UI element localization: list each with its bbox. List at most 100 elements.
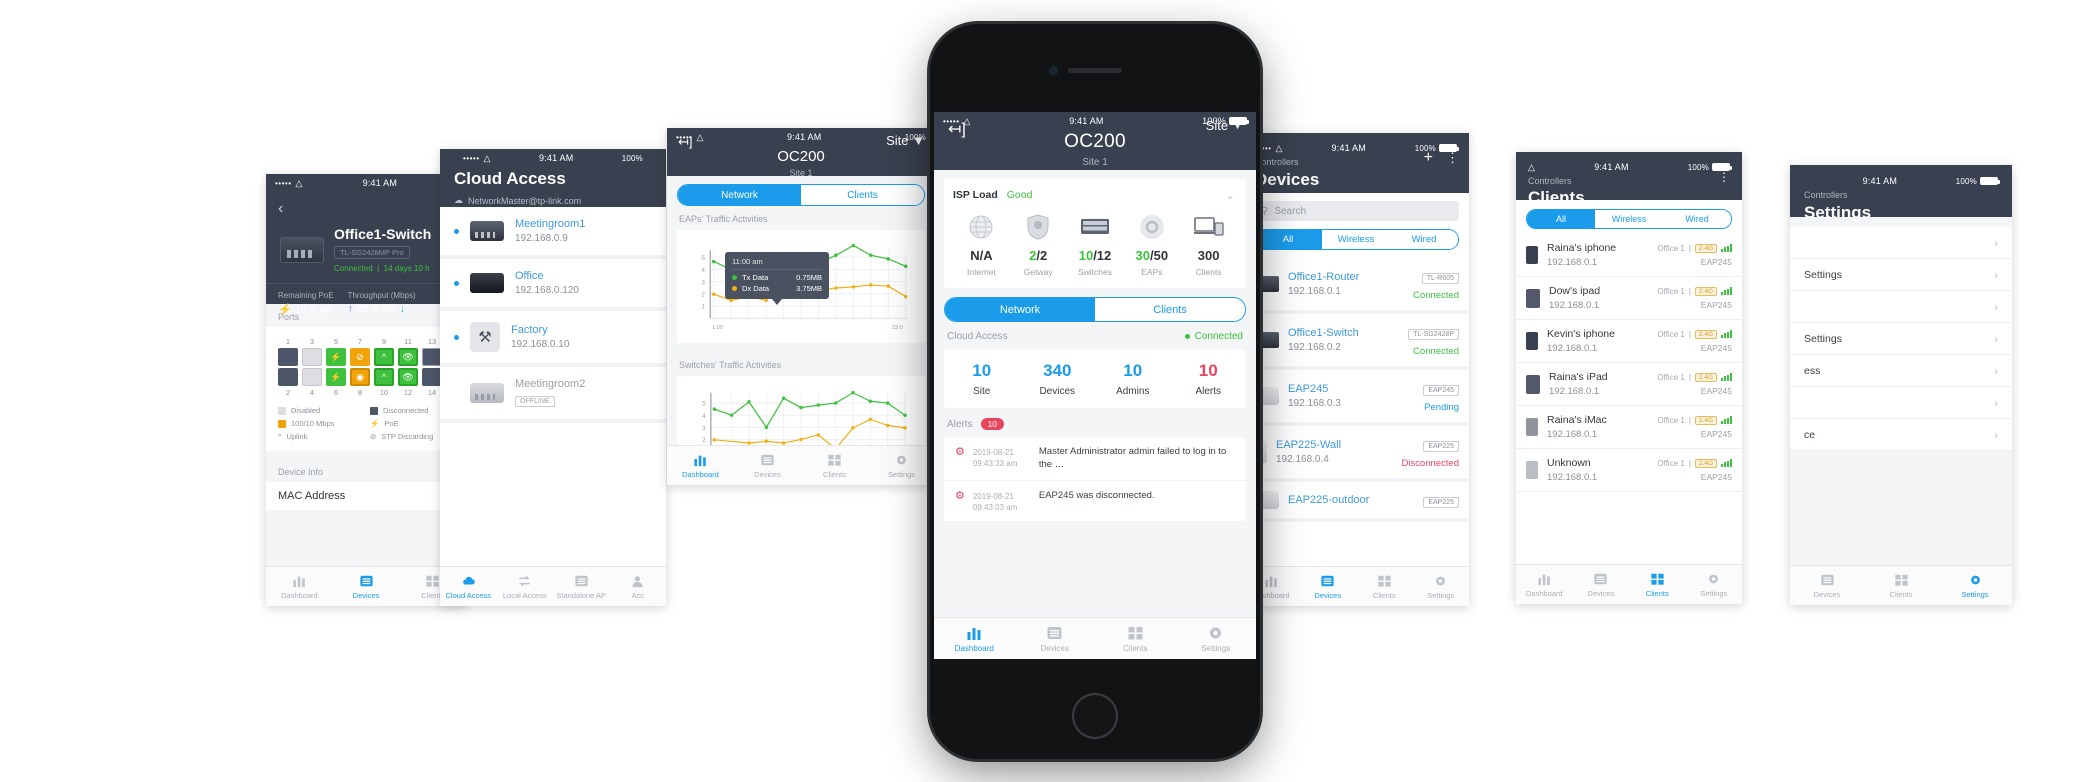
phone4-tabbar[interactable]: Dashboard Devices Clients Settings bbox=[1243, 566, 1469, 606]
phone5-tabbar[interactable]: Dashboard Devices Clients Settings bbox=[1516, 564, 1742, 604]
tab-settings[interactable]: Settings bbox=[1176, 625, 1257, 653]
list-item[interactable]: Meetingroom1 192.168.0.9 bbox=[440, 207, 666, 259]
tab-cloud-access[interactable]: Cloud Access bbox=[440, 574, 497, 600]
list-item[interactable]: ess › bbox=[1790, 355, 2012, 387]
table-row[interactable]: Office1-Router 192.168.0.1 TL-R605 Conne… bbox=[1243, 258, 1469, 314]
kebab-icon[interactable]: ⋮ bbox=[1446, 151, 1459, 164]
list-item[interactable]: ⚒ Factory 192.168.0.10 bbox=[440, 311, 666, 367]
phone2-tabbar[interactable]: Cloud Access Local Access Standalone AP … bbox=[440, 566, 666, 606]
stat-eaps[interactable]: 30/50 EAPs bbox=[1123, 212, 1180, 277]
port-1[interactable] bbox=[278, 348, 298, 366]
segment-network[interactable]: Network bbox=[678, 185, 801, 205]
tab-devices[interactable]: Devices bbox=[1790, 573, 1864, 599]
port-10[interactable]: ^ bbox=[374, 368, 394, 386]
port-2[interactable] bbox=[278, 368, 298, 386]
port-4[interactable] bbox=[302, 368, 322, 386]
table-row[interactable]: Unknown 192.168.0.1 Office 1 | 2.4G EAP24… bbox=[1516, 449, 1742, 492]
tab-clients[interactable]: Clients bbox=[1864, 573, 1938, 599]
table-row[interactable]: Raina's iphone 192.168.0.1 Office 1 | 2.4… bbox=[1516, 234, 1742, 277]
tab-account[interactable]: Acc bbox=[610, 574, 667, 600]
table-row[interactable]: EAP225-outdoor EAP225 bbox=[1243, 482, 1469, 522]
port-12[interactable]: 👁 bbox=[398, 368, 418, 386]
list-item[interactable]: ⚙ 2019-08-21 09:43:03 am EAP245 was disco… bbox=[944, 481, 1246, 523]
tab-devices[interactable]: Devices bbox=[1300, 574, 1357, 600]
table-row[interactable]: EAP225-Wall 192.168.0.4 EAP225 Disconnec… bbox=[1243, 426, 1469, 482]
list-item[interactable]: Settings › bbox=[1790, 323, 2012, 355]
table-row[interactable]: Dow's ipad 192.168.0.1 Office 1 | 2.4G EA… bbox=[1516, 277, 1742, 320]
hero-tabbar[interactable]: Dashboard Devices Clients Settings bbox=[934, 617, 1256, 659]
list-item[interactable]: › bbox=[1790, 291, 2012, 323]
home-button[interactable] bbox=[1072, 693, 1118, 739]
list-item[interactable]: Settings › bbox=[1790, 259, 2012, 291]
port-8[interactable]: ◉ bbox=[350, 368, 370, 386]
logout-icon[interactable]: ↤] bbox=[948, 119, 966, 139]
table-row[interactable]: EAP245 192.168.0.3 EAP245 Pending bbox=[1243, 370, 1469, 426]
chevron-down-icon[interactable]: ⌄ bbox=[1225, 188, 1235, 202]
tab-settings[interactable]: Settings bbox=[1938, 573, 2012, 599]
list-item[interactable]: ce › bbox=[1790, 419, 2012, 451]
table-row[interactable]: Raina's iMac 192.168.0.1 Office 1 | 2.4G … bbox=[1516, 406, 1742, 449]
tab-local-access[interactable]: Local Access bbox=[497, 574, 554, 600]
port-11[interactable]: 👁 bbox=[398, 348, 418, 366]
stat-gateway[interactable]: 2/2 Getway bbox=[1010, 212, 1067, 277]
tab-dashboard[interactable]: Dashboard bbox=[934, 625, 1015, 653]
tab-clients[interactable]: Clients bbox=[1356, 574, 1413, 600]
phone4-filter-tabs[interactable]: All Wireless Wired bbox=[1253, 229, 1459, 250]
port-row-top[interactable]: ⚡ ⊘ ^ 👁 bbox=[278, 348, 454, 366]
tab-dashboard[interactable]: Dashboard bbox=[667, 453, 734, 479]
tab-standalone-ap[interactable]: Standalone AP bbox=[553, 574, 610, 600]
tab-clients[interactable]: Clients bbox=[1629, 572, 1686, 598]
list-item[interactable]: Office 192.168.0.120 bbox=[440, 259, 666, 311]
port-13[interactable] bbox=[422, 348, 442, 366]
tab-devices[interactable]: Devices bbox=[333, 574, 400, 600]
tab-clients[interactable]: Clients bbox=[1095, 625, 1176, 653]
port-9[interactable]: ^ bbox=[374, 348, 394, 366]
filter-wired[interactable]: Wired bbox=[1390, 230, 1458, 249]
filter-wireless[interactable]: Wireless bbox=[1322, 230, 1390, 249]
tab-settings[interactable]: Settings bbox=[1413, 574, 1470, 600]
filter-wireless[interactable]: Wireless bbox=[1595, 210, 1663, 228]
filter-wired[interactable]: Wired bbox=[1663, 210, 1731, 228]
list-item[interactable]: › bbox=[1790, 387, 2012, 419]
tab-dashboard[interactable]: Dashboard bbox=[266, 574, 333, 600]
table-row[interactable]: Office1-Switch 192.168.0.2 TL-SG2428P Co… bbox=[1243, 314, 1469, 370]
port-6[interactable]: ⚡ bbox=[326, 368, 346, 386]
list-item[interactable]: Meetingroom2 OFFLINE bbox=[440, 367, 666, 423]
segment-clients[interactable]: Clients bbox=[1095, 298, 1245, 321]
stat-internet[interactable]: N/A Internet bbox=[953, 212, 1010, 277]
site-selector[interactable]: Site ▼ bbox=[886, 133, 925, 148]
tab-devices[interactable]: Devices bbox=[1573, 572, 1630, 598]
site-selector[interactable]: Site ▼ bbox=[1206, 118, 1242, 133]
kpi-devices[interactable]: 340 Devices bbox=[1020, 361, 1096, 397]
phone6-tabbar[interactable]: Devices Clients Settings bbox=[1790, 565, 2012, 605]
tab-clients[interactable]: Clients bbox=[801, 453, 868, 479]
tab-dashboard[interactable]: Dashboard bbox=[1516, 572, 1573, 598]
search-input[interactable]: ⚲ Search bbox=[1253, 201, 1459, 221]
list-item[interactable]: ⚙ 2019-08-21 09:43:33 am Master Administr… bbox=[944, 437, 1246, 482]
port-5[interactable]: ⚡ bbox=[326, 348, 346, 366]
stat-switches[interactable]: 10/12 Switches bbox=[1067, 212, 1124, 277]
hero-segmented-control[interactable]: Network Clients bbox=[944, 297, 1246, 322]
stat-clients[interactable]: 300 Clients bbox=[1180, 212, 1237, 277]
kpi-site[interactable]: 10 Site bbox=[944, 361, 1020, 397]
breadcrumb[interactable]: Controllers bbox=[1804, 190, 1998, 200]
tab-devices[interactable]: Devices bbox=[734, 453, 801, 479]
segment-network[interactable]: Network bbox=[945, 298, 1095, 321]
port-3[interactable] bbox=[302, 348, 322, 366]
table-row[interactable]: Raina's iPad 192.168.0.1 Office 1 | 2.4G … bbox=[1516, 363, 1742, 406]
segment-clients[interactable]: Clients bbox=[801, 185, 924, 205]
list-item[interactable]: › bbox=[1790, 227, 2012, 259]
phone1-tabbar[interactable]: Dashboard Devices Clients bbox=[266, 566, 466, 606]
port-row-bottom[interactable]: ⚡ ◉ ^ 👁 bbox=[278, 368, 454, 386]
filter-all[interactable]: All bbox=[1527, 210, 1595, 228]
phone3-tabbar[interactable]: Dashboard Devices Clients Settings bbox=[667, 445, 935, 485]
filter-all[interactable]: All bbox=[1254, 230, 1322, 249]
plus-icon[interactable]: + bbox=[1424, 149, 1433, 167]
phone5-filter-tabs[interactable]: All Wireless Wired bbox=[1526, 209, 1732, 229]
phone3-segmented-control[interactable]: Network Clients bbox=[677, 184, 925, 206]
logout-icon[interactable]: ↤] bbox=[678, 134, 693, 150]
kebab-icon[interactable]: ⋮ bbox=[1718, 170, 1730, 184]
phone4-nav-actions[interactable]: + ⋮ bbox=[1424, 149, 1459, 167]
tab-settings[interactable]: Settings bbox=[1686, 572, 1743, 598]
breadcrumb[interactable]: Controllers bbox=[1528, 176, 1730, 186]
